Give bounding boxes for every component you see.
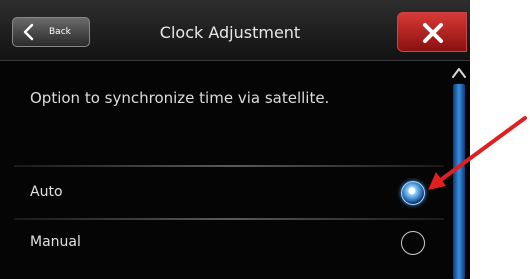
annotation-arrow-icon [428,116,527,190]
